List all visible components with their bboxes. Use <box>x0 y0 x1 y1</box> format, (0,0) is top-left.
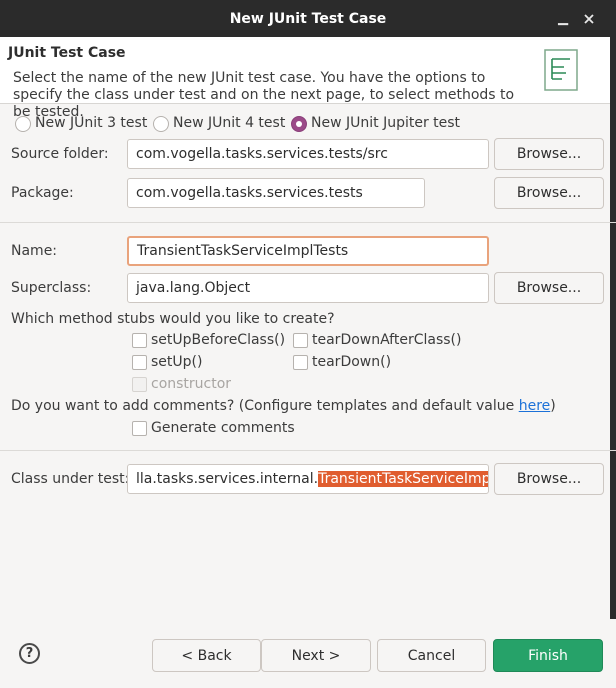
window-title: New JUnit Test Case <box>229 10 387 27</box>
setupbeforeclass-checkbox[interactable] <box>132 333 147 348</box>
comments-question: Do you want to add comments? (Configure … <box>11 398 556 414</box>
class-under-test-selection: TransientTaskServiceImpl <box>318 471 488 487</box>
generate-comments-checkbox[interactable] <box>132 421 147 436</box>
source-folder-label: Source folder: <box>11 146 109 162</box>
source-folder-browse-button[interactable]: Browse... <box>494 138 604 170</box>
radio-junit-jupiter[interactable] <box>291 116 307 132</box>
radio-junit-jupiter-label[interactable]: New JUnit Jupiter test <box>311 115 460 131</box>
teardown-checkbox[interactable] <box>293 355 308 370</box>
constructor-label: constructor <box>151 376 232 392</box>
radio-junit3[interactable] <box>15 116 31 132</box>
teardownafterclass-label[interactable]: tearDownAfterClass() <box>312 332 461 348</box>
comments-question-end: ) <box>550 398 556 414</box>
name-label: Name: <box>11 243 58 259</box>
name-input[interactable]: TransientTaskServiceImplTests <box>127 236 489 266</box>
setupbeforeclass-label[interactable]: setUpBeforeClass() <box>151 332 285 348</box>
wizard-header: JUnit Test Case Select the name of the n… <box>0 37 616 120</box>
constructor-checkbox <box>132 377 147 392</box>
close-icon[interactable] <box>574 0 604 37</box>
configure-templates-link[interactable]: here <box>519 398 551 414</box>
next-button[interactable]: Next > <box>261 639 371 672</box>
separator <box>0 450 616 451</box>
superclass-browse-button[interactable]: Browse... <box>494 272 604 304</box>
source-folder-input[interactable]: com.vogella.tasks.services.tests/src <box>127 139 489 169</box>
package-input[interactable]: com.vogella.tasks.services.tests <box>127 178 425 208</box>
comments-question-text: Do you want to add comments? (Configure … <box>11 398 519 414</box>
radio-junit3-label[interactable]: New JUnit 3 test <box>35 115 147 131</box>
superclass-label: Superclass: <box>11 280 92 296</box>
class-under-test-input[interactable]: lla.tasks.services.internal. TransientTas… <box>127 464 489 494</box>
separator <box>0 222 616 223</box>
radio-junit4-label[interactable]: New JUnit 4 test <box>173 115 285 131</box>
help-icon[interactable]: ? <box>19 643 40 664</box>
junit-wizard-icon <box>544 49 578 91</box>
setup-label[interactable]: setUp() <box>151 354 202 370</box>
package-label: Package: <box>11 185 74 201</box>
generate-comments-label[interactable]: Generate comments <box>151 420 295 436</box>
finish-button[interactable]: Finish <box>493 639 603 672</box>
teardown-label[interactable]: tearDown() <box>312 354 391 370</box>
wizard-title: JUnit Test Case <box>8 45 126 61</box>
class-under-test-prefix: lla.tasks.services.internal. <box>136 471 319 487</box>
window-edge <box>610 37 616 688</box>
class-under-test-label: Class under test: <box>11 471 130 487</box>
class-under-test-browse-button[interactable]: Browse... <box>494 463 604 495</box>
cancel-button[interactable]: Cancel <box>377 639 486 672</box>
wizard-description: Select the name of the new JUnit test ca… <box>13 70 515 120</box>
package-browse-button[interactable]: Browse... <box>494 177 604 209</box>
window-titlebar: New JUnit Test Case <box>0 0 616 37</box>
radio-junit4[interactable] <box>153 116 169 132</box>
back-button[interactable]: < Back <box>152 639 261 672</box>
superclass-input[interactable]: java.lang.Object <box>127 273 489 303</box>
setup-checkbox[interactable] <box>132 355 147 370</box>
teardownafterclass-checkbox[interactable] <box>293 333 308 348</box>
method-stubs-question: Which method stubs would you like to cre… <box>11 311 335 327</box>
